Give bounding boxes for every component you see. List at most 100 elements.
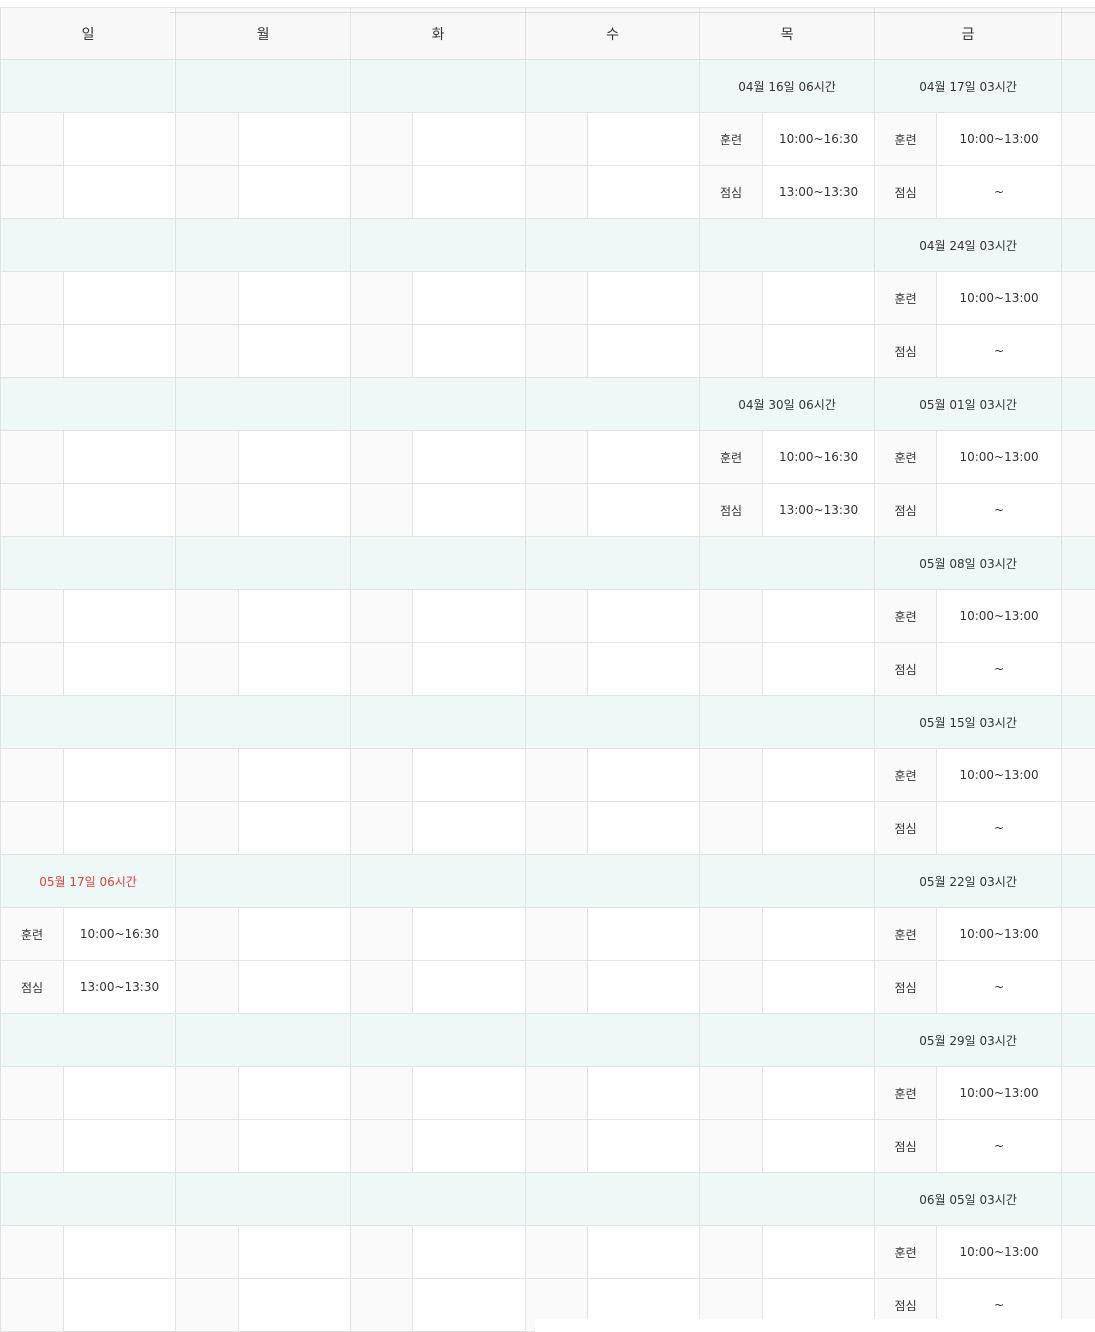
slot-time-wed [587,960,701,1014]
date-cell-sun [0,536,177,590]
slot-time-sun [62,165,177,219]
slot-time-thu [762,907,876,961]
day-header-thu: 목 [699,7,876,60]
date-cell-wed [525,854,701,908]
day-header-tue: 화 [350,7,527,60]
slot-label-wed [525,1119,589,1173]
slot-label-fri: 점심 [874,960,938,1014]
slot-time-sun: 10:00~16:30 [62,907,177,961]
slot-label-mon [175,165,240,219]
slot-time-sun [62,271,177,325]
slot-label-mon [175,1066,240,1120]
slot-time-wed [587,642,701,696]
slot-time-wed [587,589,701,643]
slot-time-sun [62,1225,177,1279]
slot-time-tue [412,1066,527,1120]
slot-time-tue [412,165,527,219]
date-cell-thu: 04월 16일 06시간 [699,59,876,113]
slot-label-wed [525,960,589,1014]
slot-label-thu: 훈련 [699,430,764,484]
slot-label-tue [350,801,414,855]
slot-label-tue [350,1278,414,1332]
date-cell-tue [350,218,527,272]
date-cell-thu [699,854,876,908]
slot-label-wed [525,483,589,537]
slot-label-thu [699,960,764,1014]
slot-time-tue [412,112,527,166]
slot-label-tue [350,1225,414,1279]
slot-time-tue [412,642,527,696]
slot-label-fri: 점심 [874,483,938,537]
slot-time-tue [412,801,527,855]
slot-time-tue [412,271,527,325]
slot-label-thu [699,642,764,696]
week-date-row: 06월 05일 03시간 [0,1172,1095,1226]
slot-time-sun [62,642,177,696]
slot-label-sat [1061,112,1095,166]
slot-label-thu [699,1225,764,1279]
slot-time-wed [587,907,701,961]
slot-time-mon [238,1225,352,1279]
slot-label-mon [175,801,240,855]
slot-time-mon [238,483,352,537]
week-date-row: 04월 24일 03시간 [0,218,1095,272]
slot-label-sat [1061,960,1095,1014]
week-date-row: 04월 16일 06시간 04월 17일 03시간 [0,59,1095,113]
slot-time-tue [412,589,527,643]
slot-time-mon [238,1119,352,1173]
lunch-time-row: 점심 ~ [0,1119,1095,1173]
training-time-row: 훈련 10:00~13:00 [0,1066,1095,1120]
slot-time-tue [412,324,527,378]
slot-time-wed [587,748,701,802]
date-cell-tue [350,536,527,590]
slot-time-tue [412,1278,527,1332]
slot-label-tue [350,907,414,961]
slot-time-sun [62,748,177,802]
slot-label-fri: 훈련 [874,589,938,643]
week-date-row: 05월 17일 06시간 05월 22일 03시간 [0,854,1095,908]
slot-label-fri: 훈련 [874,748,938,802]
date-cell-mon [175,377,352,431]
slot-label-tue [350,748,414,802]
date-cell-mon [175,695,352,749]
slot-label-fri: 훈련 [874,907,938,961]
slot-time-wed [587,324,701,378]
date-cell-thu [699,536,876,590]
date-cell-mon [175,59,352,113]
slot-time-sun: 13:00~13:30 [62,960,177,1014]
lunch-time-row: 점심 13:00~13:30 점심 ~ [0,483,1095,537]
slot-time-sun [62,430,177,484]
slot-label-mon [175,589,240,643]
slot-time-fri: ~ [936,1119,1063,1173]
date-cell-sat [1061,377,1095,431]
slot-label-tue [350,483,414,537]
slot-label-mon [175,1119,240,1173]
training-time-row: 훈련 10:00~16:30 훈련 10:00~13:00 [0,907,1095,961]
slot-time-mon [238,430,352,484]
slot-label-mon [175,112,240,166]
day-header-row: 일 월 화 수 목 금 [0,7,1095,60]
date-cell-sun: 05월 17일 06시간 [0,854,177,908]
slot-time-fri: ~ [936,324,1063,378]
slot-time-sun [62,1119,177,1173]
date-cell-sun [0,1172,177,1226]
slot-time-fri: ~ [936,483,1063,537]
slot-label-sun [0,165,64,219]
week-date-row: 05월 29일 03시간 [0,1013,1095,1067]
date-cell-sat [1061,854,1095,908]
slot-time-mon [238,1278,352,1332]
lunch-time-row: 점심 ~ [0,324,1095,378]
slot-time-sun [62,801,177,855]
date-cell-wed [525,536,701,590]
slot-time-thu [762,1225,876,1279]
slot-label-sat [1061,801,1095,855]
slot-time-sun [62,483,177,537]
slot-time-mon [238,165,352,219]
slot-time-thu [762,1066,876,1120]
training-time-row: 훈련 10:00~16:30 훈련 10:00~13:00 [0,112,1095,166]
slot-time-fri: 10:00~13:00 [936,1066,1063,1120]
date-cell-fri: 05월 29일 03시간 [874,1013,1063,1067]
date-cell-fri: 05월 08일 03시간 [874,536,1063,590]
slot-time-thu [762,748,876,802]
date-cell-sun [0,218,177,272]
